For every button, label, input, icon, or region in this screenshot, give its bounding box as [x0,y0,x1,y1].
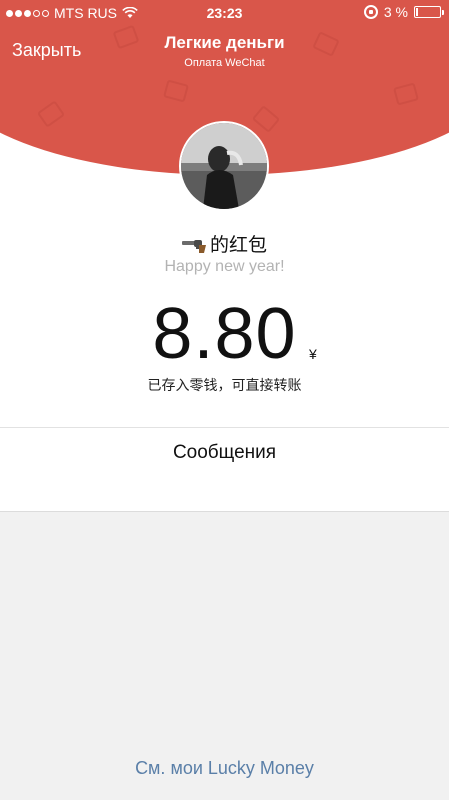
divider [0,511,449,512]
revolver-emoji-icon [181,239,206,253]
see-lucky-money-link[interactable]: См. мои Lucky Money [0,758,449,779]
sender-label: 的红包 [209,235,267,256]
envelope-decor-icon [36,100,66,128]
envelope-decor-icon [393,82,419,106]
status-bar: MTS RUS 23:23 3 % [0,0,449,26]
deposit-note: 已存入零钱，可直接转账 [147,377,302,393]
divider [0,427,449,428]
battery-icon [414,6,444,18]
page-title: Легкие деньги [164,33,285,52]
avatar-photo [181,123,267,209]
messages-button[interactable]: Сообщения [0,442,449,464]
status-right: 3 % [363,4,444,20]
battery-level-fill [416,8,418,16]
sender-name: 的红包 [0,230,449,257]
envelope-decor-icon [163,79,189,103]
page-subtitle: Оплата WeChat [184,57,265,69]
battery-percent: 3 % [383,4,408,20]
currency-symbol: ¥ [309,346,317,362]
greeting-text: Happy new year! [164,258,285,275]
sender-avatar[interactable] [179,121,269,211]
envelope-decor-icon [251,105,281,133]
red-packet-card: MTS RUS 23:23 3 % Закрыть Легкие деньги … [0,0,449,512]
amount-block: 8.80 [0,298,449,370]
amount-value: 8.80 [152,294,297,374]
rotation-lock-icon [363,5,378,19]
